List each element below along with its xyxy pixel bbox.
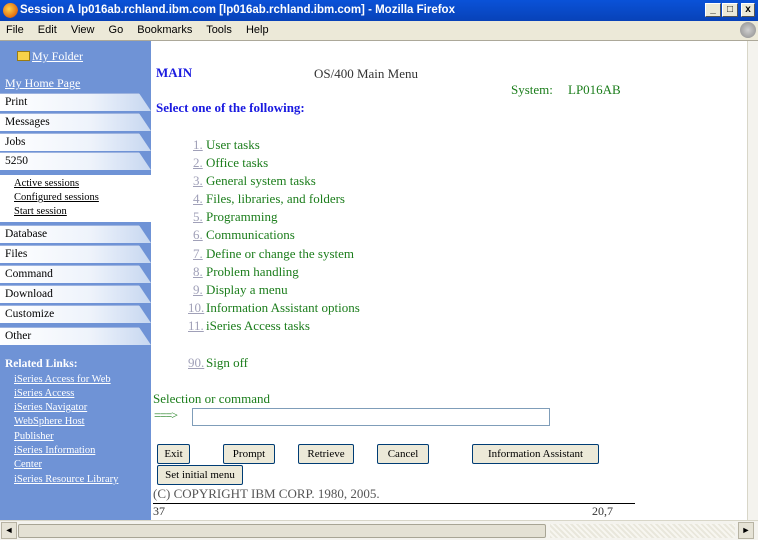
scroll-right-arrow-icon[interactable]: ► — [738, 522, 754, 539]
option-text-1: User tasks — [206, 137, 260, 152]
status-line-number: 37 — [153, 504, 165, 518]
my-folder-row[interactable]: My Folder — [0, 49, 151, 67]
option-text-10: Information Assistant options — [206, 300, 360, 315]
related-links-heading: Related Links: — [5, 358, 78, 370]
menu-go[interactable]: Go — [109, 24, 124, 36]
system-name: LP016AB — [568, 82, 621, 97]
option-number-90[interactable]: 90. — [188, 355, 204, 371]
my-folder-link[interactable]: My Folder — [32, 49, 83, 64]
scroll-track — [550, 524, 735, 538]
option-text-8: Problem handling — [206, 264, 299, 279]
menu-title: OS/400 Main Menu — [314, 66, 418, 81]
nav-database[interactable]: Database — [0, 225, 151, 243]
prompt-button[interactable]: Prompt — [223, 444, 275, 464]
nav-files[interactable]: Files — [0, 245, 151, 263]
scroll-left-arrow-icon[interactable]: ◄ — [1, 522, 17, 539]
nav-print[interactable]: Print — [0, 93, 151, 111]
related-link-iseries-navigator[interactable]: iSeries Navigator — [14, 402, 87, 413]
browser-menubar: File Edit View Go Bookmarks Tools Help — [0, 21, 758, 41]
option-number-4[interactable]: 4. — [193, 191, 203, 207]
option-text-2: Office tasks — [206, 155, 269, 170]
status-divider — [153, 503, 635, 504]
related-link-websphere-host[interactable]: WebSphere Host — [14, 416, 85, 427]
menu-help[interactable]: Help — [246, 24, 269, 36]
menu-edit[interactable]: Edit — [38, 24, 57, 36]
nav-jobs[interactable]: Jobs — [0, 133, 151, 151]
command-label: Selection or command — [153, 391, 270, 406]
related-link-iseries-resource-library[interactable]: iSeries Resource Library — [14, 474, 118, 485]
related-link-publisher[interactable]: Publisher — [14, 431, 54, 442]
copyright-text: (C) COPYRIGHT IBM CORP. 1980, 2005. — [153, 486, 380, 501]
command-arrow: ===> — [154, 408, 178, 422]
option-number-3[interactable]: 3. — [193, 173, 203, 189]
nav-other[interactable]: Other — [0, 327, 151, 345]
menu-tools[interactable]: Tools — [206, 24, 232, 36]
command-input[interactable] — [192, 408, 550, 426]
nav-command[interactable]: Command — [0, 265, 151, 283]
information-assistant-button[interactable]: Information Assistant — [472, 444, 599, 464]
5250-subnav: Active sessions Configured sessions Star… — [0, 175, 151, 222]
vertical-scrollbar[interactable] — [747, 41, 758, 520]
cursor-position: 20,7 — [592, 504, 613, 518]
menu-bookmarks[interactable]: Bookmarks — [137, 24, 192, 36]
my-home-page-link[interactable]: My Home Page — [5, 76, 80, 91]
window-titlebar: Session A lp016ab.rchland.ibm.com [lp016… — [0, 0, 758, 21]
select-prompt: Select one of the following: — [156, 100, 305, 115]
retrieve-button[interactable]: Retrieve — [298, 444, 354, 464]
nav-download[interactable]: Download — [0, 285, 151, 303]
folder-icon — [17, 51, 30, 61]
related-link-iseries-information[interactable]: iSeries Information — [14, 445, 95, 456]
option-number-8[interactable]: 8. — [193, 264, 203, 280]
horizontal-scroll-thumb[interactable] — [18, 524, 546, 538]
option-number-9[interactable]: 9. — [193, 282, 203, 298]
option-text-90: Sign off — [206, 355, 249, 370]
option-number-5[interactable]: 5. — [193, 209, 203, 225]
menu-id: MAIN — [156, 65, 193, 80]
nav-5250[interactable]: 5250 — [0, 152, 151, 170]
option-text-3: General system tasks — [206, 173, 316, 188]
horizontal-scrollbar[interactable]: ◄ ► — [0, 520, 758, 540]
maximize-button[interactable]: □ — [722, 3, 738, 17]
cancel-button[interactable]: Cancel — [377, 444, 429, 464]
option-text-9: Display a menu — [206, 282, 288, 297]
option-text-6: Communications — [206, 227, 295, 242]
subnav-active-sessions[interactable]: Active sessions — [14, 178, 79, 189]
close-button[interactable]: x — [741, 3, 755, 17]
subnav-start-session[interactable]: Start session — [14, 206, 67, 217]
main-content: MAIN OS/400 Main Menu System: LP016AB Se… — [151, 41, 747, 520]
option-number-11[interactable]: 11. — [188, 318, 204, 334]
related-link-iseries-access[interactable]: iSeries Access — [14, 388, 74, 399]
option-text-11: iSeries Access tasks — [206, 318, 310, 333]
nav-customize[interactable]: Customize — [0, 305, 151, 323]
exit-button[interactable]: Exit — [157, 444, 190, 464]
option-number-10[interactable]: 10. — [188, 300, 204, 316]
option-text-7: Define or change the system — [206, 246, 355, 261]
related-link-center[interactable]: Center — [14, 459, 42, 470]
throbber-icon — [740, 22, 756, 38]
option-number-7[interactable]: 7. — [193, 246, 203, 262]
option-number-1[interactable]: 1. — [193, 137, 203, 153]
option-text-5: Programming — [206, 209, 278, 224]
option-number-6[interactable]: 6. — [193, 227, 203, 243]
window-title: Session A lp016ab.rchland.ibm.com [lp016… — [20, 4, 455, 16]
menu-view[interactable]: View — [71, 24, 95, 36]
related-link-iseries-access-for-web[interactable]: iSeries Access for Web — [14, 374, 111, 385]
nav-messages[interactable]: Messages — [0, 113, 151, 131]
sidebar: My Folder My Home Page Print Messages Jo… — [0, 41, 151, 520]
minimize-button[interactable]: _ — [705, 3, 721, 17]
subnav-configured-sessions[interactable]: Configured sessions — [14, 192, 99, 203]
set-initial-menu-button[interactable]: Set initial menu — [157, 465, 243, 485]
firefox-icon — [3, 3, 18, 18]
option-number-2[interactable]: 2. — [193, 155, 203, 171]
menu-file[interactable]: File — [6, 24, 24, 36]
system-label: System: — [511, 82, 553, 97]
option-text-4: Files, libraries, and folders — [206, 191, 345, 206]
